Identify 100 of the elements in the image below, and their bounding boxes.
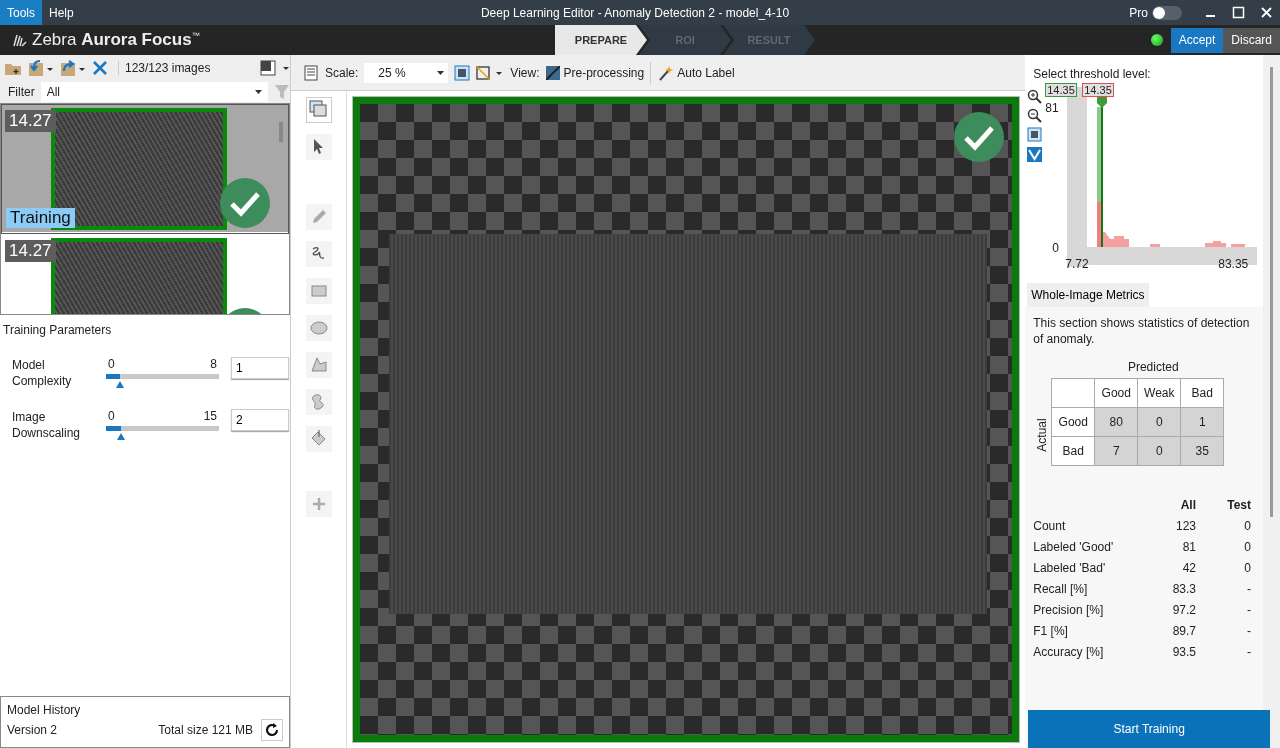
slider-max: 8 <box>210 357 217 371</box>
table-cell-text: 0 <box>1243 540 1251 554</box>
metrics-tab[interactable]: Whole-Image Metrics <box>1027 283 1149 307</box>
row-header: Bad <box>1051 436 1095 466</box>
caret-icon <box>255 89 262 94</box>
start-training-button[interactable]: Start Training <box>1028 710 1270 748</box>
threshold-handle[interactable] <box>1097 97 1108 247</box>
image-thumbnail[interactable]: 14.27 Training <box>1 104 289 234</box>
section-title: Select threshold level: <box>1032 66 1152 81</box>
description-text: This section shows statistics of detection of anomaly. <box>1033 315 1251 347</box>
status-light-icon <box>1150 34 1163 46</box>
slider-max: 15 <box>203 409 217 423</box>
image-count: 123/123 images <box>118 60 211 75</box>
value-field[interactable]: 2 <box>231 409 289 431</box>
menu-item[interactable]: Help <box>42 0 81 25</box>
zoom-in-icon[interactable] <box>1027 89 1043 104</box>
slider-thumb[interactable] <box>116 381 125 388</box>
logo-text: Zebra Aurora Focus$^{™}$ <box>32 30 200 50</box>
value-field[interactable]: 1 <box>231 357 289 379</box>
table-cell-text: - <box>1246 582 1251 596</box>
threshold-high-value[interactable]: 14.35 <box>1082 83 1114 97</box>
magic-wand-icon[interactable] <box>657 64 674 81</box>
delete-icon[interactable] <box>92 59 108 76</box>
region-dropdown-icon[interactable] <box>476 64 505 81</box>
window-title: Deep Learning Editor - Anomaly Detection 2 - model_4-10 <box>479 5 791 20</box>
view-option[interactable]: Pre-processing <box>563 65 645 80</box>
row-label: Labeled 'Bad' <box>1033 561 1107 575</box>
discard-button[interactable]: Discard <box>1223 27 1280 53</box>
row-label: Accuracy [%] <box>1033 645 1105 659</box>
menu-item[interactable]: Tools <box>0 0 42 25</box>
fit-image-icon[interactable] <box>454 64 471 81</box>
export-dropdown-icon[interactable] <box>60 58 86 77</box>
restore-button[interactable] <box>261 719 283 741</box>
check-icon <box>954 112 1005 162</box>
filter-label: Filter <box>8 84 35 99</box>
row-label: Labeled 'Good' <box>1033 540 1115 554</box>
document-icon[interactable] <box>303 64 319 81</box>
row-header: Good <box>1051 407 1095 437</box>
axis-label: 0 <box>1052 241 1059 255</box>
table-cell-text: 93.5 <box>1171 645 1196 659</box>
slider-thumb[interactable] <box>117 433 125 440</box>
table-cell-text: 81 <box>1181 540 1196 554</box>
import-dropdown-icon[interactable] <box>28 58 54 77</box>
column-header: Test <box>1226 498 1251 512</box>
axis-label: 81 <box>1045 101 1059 115</box>
column-header: All <box>1179 498 1196 512</box>
table-cell-text: 97.2 <box>1171 603 1196 617</box>
table-cell-text: 123 <box>1174 519 1196 533</box>
table-cell-text: - <box>1246 603 1251 617</box>
scale-label: Scale: <box>325 65 359 80</box>
table-cell-text: 42 <box>1181 561 1196 575</box>
row-label: Precision [%] <box>1033 603 1105 617</box>
row-label: F1 [%] <box>1033 624 1069 638</box>
score-label: 14.27 <box>5 110 56 132</box>
column-header: Good <box>1094 378 1138 408</box>
check-icon <box>220 178 270 228</box>
axis-label: 83.35 <box>1218 257 1249 271</box>
table-cell-text: 83.3 <box>1171 582 1196 596</box>
parameter-label: Image Downscaling <box>12 409 82 441</box>
scrollbar-thumb[interactable] <box>279 122 283 142</box>
axis-label: 7.72 <box>1065 257 1089 271</box>
column-header: Bad <box>1180 378 1224 408</box>
filter-dropdown[interactable]: All <box>40 81 268 102</box>
close-icon[interactable] <box>1259 6 1273 19</box>
fit-image-icon[interactable] <box>1027 127 1043 142</box>
section-title: Model History <box>7 703 82 717</box>
caret-icon <box>437 70 445 75</box>
total-size-label: Total size 121 MB <box>158 723 253 737</box>
image-canvas[interactable] <box>353 97 1020 742</box>
score-label: 14.27 <box>5 240 56 262</box>
table-cell-text: 89.7 <box>1171 624 1196 638</box>
section-title: Training Parameters <box>3 323 113 337</box>
auto-label-button[interactable]: Auto Label <box>677 65 735 80</box>
table-cell-text: - <box>1246 624 1251 638</box>
table-cell-text: - <box>1246 645 1251 659</box>
scrollbar-thumb[interactable] <box>1270 67 1273 517</box>
threshold-low-value[interactable]: 14.35 <box>1045 83 1077 97</box>
preprocessing-icon[interactable] <box>545 65 560 80</box>
parameter-label: Model Complexity <box>12 357 73 389</box>
table-cell-text: 0 <box>1243 561 1251 575</box>
row-label: Recall [%] <box>1033 582 1089 596</box>
accept-button[interactable]: Accept <box>1170 27 1224 53</box>
view-mode-dropdown-icon[interactable] <box>260 59 290 76</box>
slider-min: 0 <box>108 357 115 371</box>
scale-dropdown[interactable]: 25 % <box>364 62 449 83</box>
slider-track[interactable] <box>106 426 219 431</box>
refresh-icon <box>264 722 280 738</box>
slider-min: 0 <box>108 409 115 423</box>
pro-label: Pro <box>1129 5 1148 20</box>
image-thumbnail[interactable]: 14.27 <box>1 234 289 314</box>
slider-track[interactable] <box>106 374 219 379</box>
axis-label: Actual <box>1034 418 1049 452</box>
table-cell-text: 0 <box>1243 519 1251 533</box>
pro-toggle[interactable] <box>1152 5 1182 20</box>
maximize-icon[interactable] <box>1231 6 1245 19</box>
view-label: View: <box>510 65 540 80</box>
axis-label: Predicted <box>1126 360 1180 374</box>
chevron-down-icon[interactable] <box>1027 147 1043 162</box>
zoom-out-icon[interactable] <box>1027 108 1043 123</box>
step-tab[interactable]: PREPARE <box>555 25 647 55</box>
